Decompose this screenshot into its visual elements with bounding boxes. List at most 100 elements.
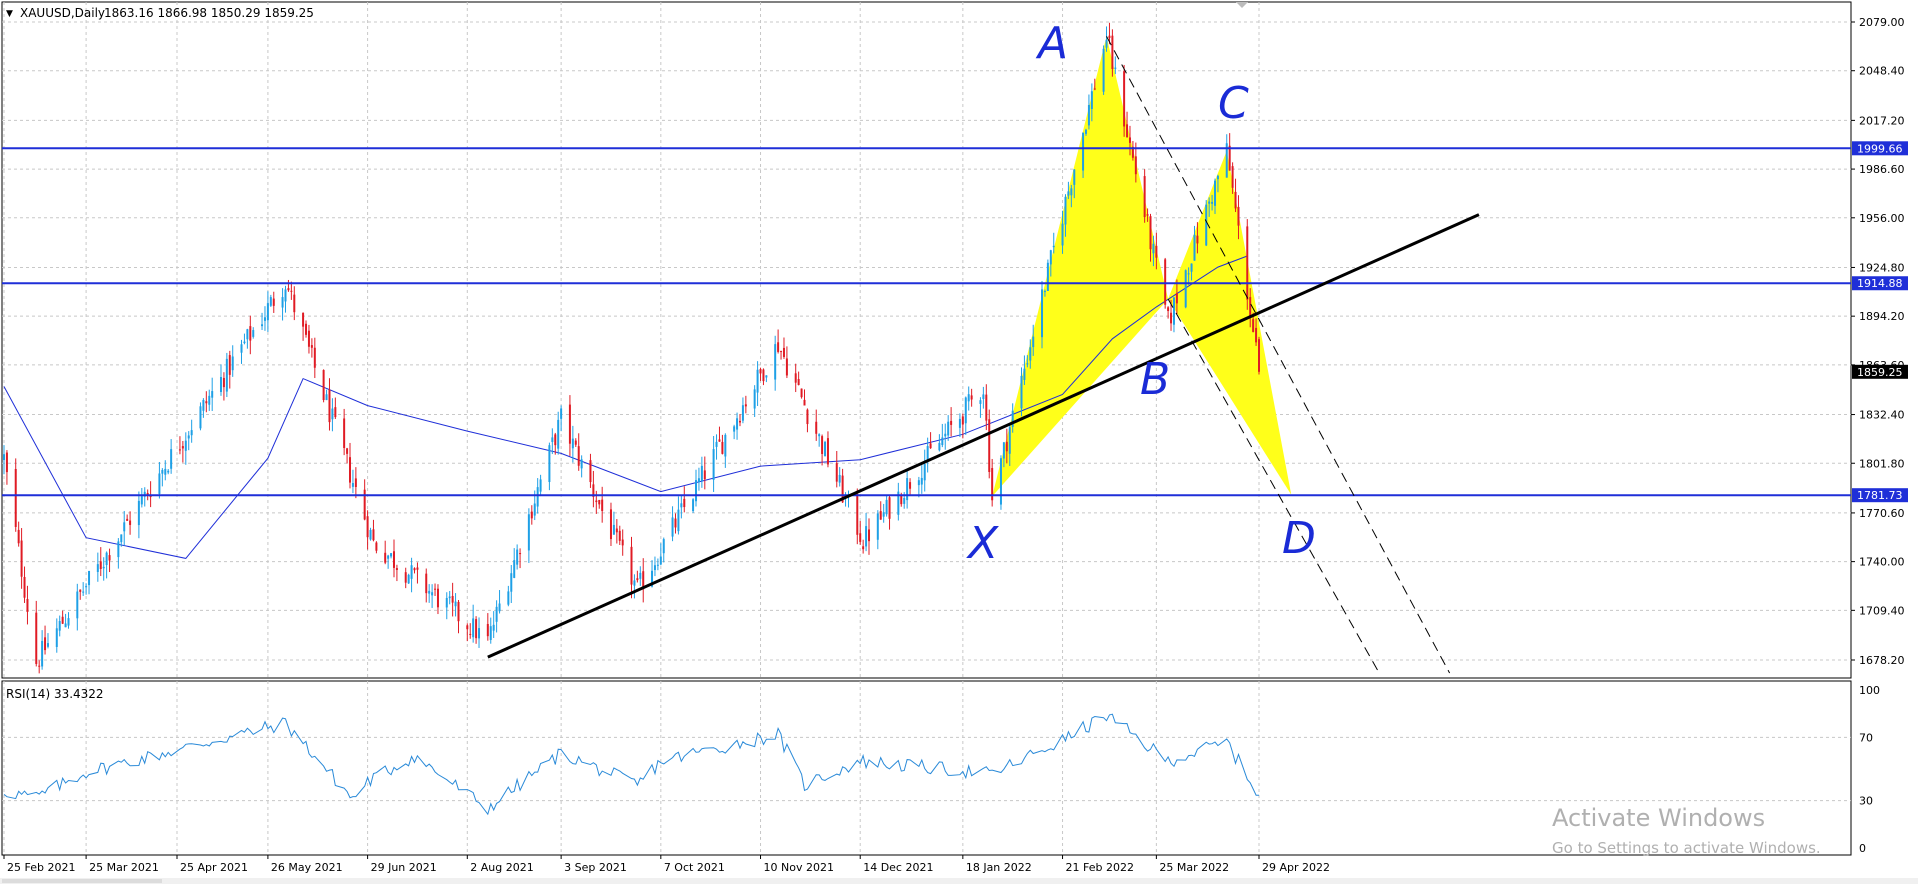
price-tick-label: 1801.80 xyxy=(1859,457,1905,470)
candle-body xyxy=(513,560,516,578)
price-tick-label: 1894.20 xyxy=(1859,310,1905,323)
candle-body xyxy=(231,356,234,371)
candle-body xyxy=(372,529,375,541)
candle-body xyxy=(838,474,841,483)
candle-body xyxy=(1170,312,1173,324)
candle-body xyxy=(64,623,67,628)
candle-body xyxy=(560,408,563,419)
candle-body xyxy=(492,624,495,631)
candle-body xyxy=(982,394,985,399)
candle-body xyxy=(1070,188,1073,196)
candle-body xyxy=(554,434,557,446)
candle-body xyxy=(741,405,744,421)
candle-body xyxy=(472,618,475,638)
candle-body xyxy=(431,592,434,596)
candle-body xyxy=(683,498,686,508)
candle-body xyxy=(434,588,437,590)
candle-body xyxy=(1128,137,1131,143)
level-price-label: 1999.66 xyxy=(1857,142,1903,155)
candle-body xyxy=(284,289,287,302)
candle-body xyxy=(290,290,293,292)
candle-body xyxy=(46,643,49,647)
mt4-chart-window[interactable]: 1999.66 1914.88 1781.73 2079.00 2048.40 2017… xyxy=(0,0,1918,884)
candle-body xyxy=(1067,191,1070,196)
candle-body xyxy=(293,294,296,313)
candle-body xyxy=(181,446,184,449)
candle-body xyxy=(929,443,932,449)
candle-body xyxy=(1046,262,1049,291)
candle-body xyxy=(498,603,501,612)
time-tick-label: 3 Sep 2021 xyxy=(564,861,627,874)
candle-body xyxy=(885,499,888,515)
candle-body xyxy=(961,416,964,425)
candle-body xyxy=(794,373,797,383)
candle-body xyxy=(325,394,328,401)
candle-body xyxy=(510,573,513,592)
dropdown-arrow-icon[interactable]: ▼ xyxy=(6,9,13,19)
candle-body xyxy=(618,530,621,541)
candle-body xyxy=(384,552,387,563)
price-tick-label: 1770.60 xyxy=(1859,507,1905,520)
candle-body xyxy=(428,590,431,594)
candle-body xyxy=(126,518,129,521)
time-tick-label: 25 Apr 2021 xyxy=(180,861,248,874)
candle-body xyxy=(117,541,120,558)
candle-body xyxy=(1175,293,1178,304)
candle-body xyxy=(211,391,214,398)
candle-body xyxy=(222,377,225,388)
candle-body xyxy=(35,612,38,664)
price-tick-label: 1986.60 xyxy=(1859,163,1905,176)
candle-body xyxy=(445,598,448,608)
candle-body xyxy=(1090,91,1093,109)
candle-body xyxy=(1205,204,1208,246)
candle-body xyxy=(354,478,357,488)
candle-body xyxy=(76,591,79,619)
candle-body xyxy=(1084,129,1087,134)
candle-body xyxy=(868,529,871,542)
candle-body xyxy=(999,458,1002,505)
price-tick-label: 2048.40 xyxy=(1859,65,1905,78)
candle-body xyxy=(721,441,724,454)
candle-body xyxy=(1149,216,1152,250)
candle-body xyxy=(621,539,624,546)
candle-body xyxy=(395,568,398,570)
candle-body xyxy=(882,512,885,517)
candle-body xyxy=(140,496,143,505)
candle-body xyxy=(909,482,912,489)
time-tick-label: 29 Apr 2022 xyxy=(1262,861,1330,874)
candle-body xyxy=(656,564,659,566)
candle-body xyxy=(1249,297,1252,317)
candle-body xyxy=(985,394,988,421)
candle-body xyxy=(495,606,498,622)
candle-body xyxy=(718,439,721,442)
candle-body xyxy=(1123,71,1126,127)
candle-body xyxy=(1082,132,1085,171)
candle-body xyxy=(1061,223,1064,246)
candle-body xyxy=(1196,235,1199,244)
candle-body xyxy=(246,329,249,340)
candle-body xyxy=(390,553,393,557)
candle-body xyxy=(539,479,542,492)
candle-body xyxy=(777,342,780,352)
candle-body xyxy=(410,565,413,579)
candle-body xyxy=(1214,180,1217,206)
candle-body xyxy=(363,489,366,520)
candle-body xyxy=(815,421,818,434)
candle-body xyxy=(519,553,522,555)
horizontal-scrollbar[interactable] xyxy=(2,879,162,883)
candle-body xyxy=(536,487,539,507)
candle-body xyxy=(281,297,284,308)
candle-body xyxy=(17,529,20,544)
candle-body xyxy=(862,546,865,550)
candle-body xyxy=(612,524,615,535)
candle-body xyxy=(187,435,190,439)
candle-body xyxy=(208,395,211,405)
candle-body xyxy=(448,596,451,599)
candle-body xyxy=(305,323,308,335)
label-c: C xyxy=(1218,78,1249,129)
price-panel[interactable] xyxy=(1,1,1852,679)
candle-body xyxy=(23,576,26,598)
candle-body xyxy=(703,470,706,480)
candle-body xyxy=(551,437,554,443)
candle-body xyxy=(859,533,862,542)
